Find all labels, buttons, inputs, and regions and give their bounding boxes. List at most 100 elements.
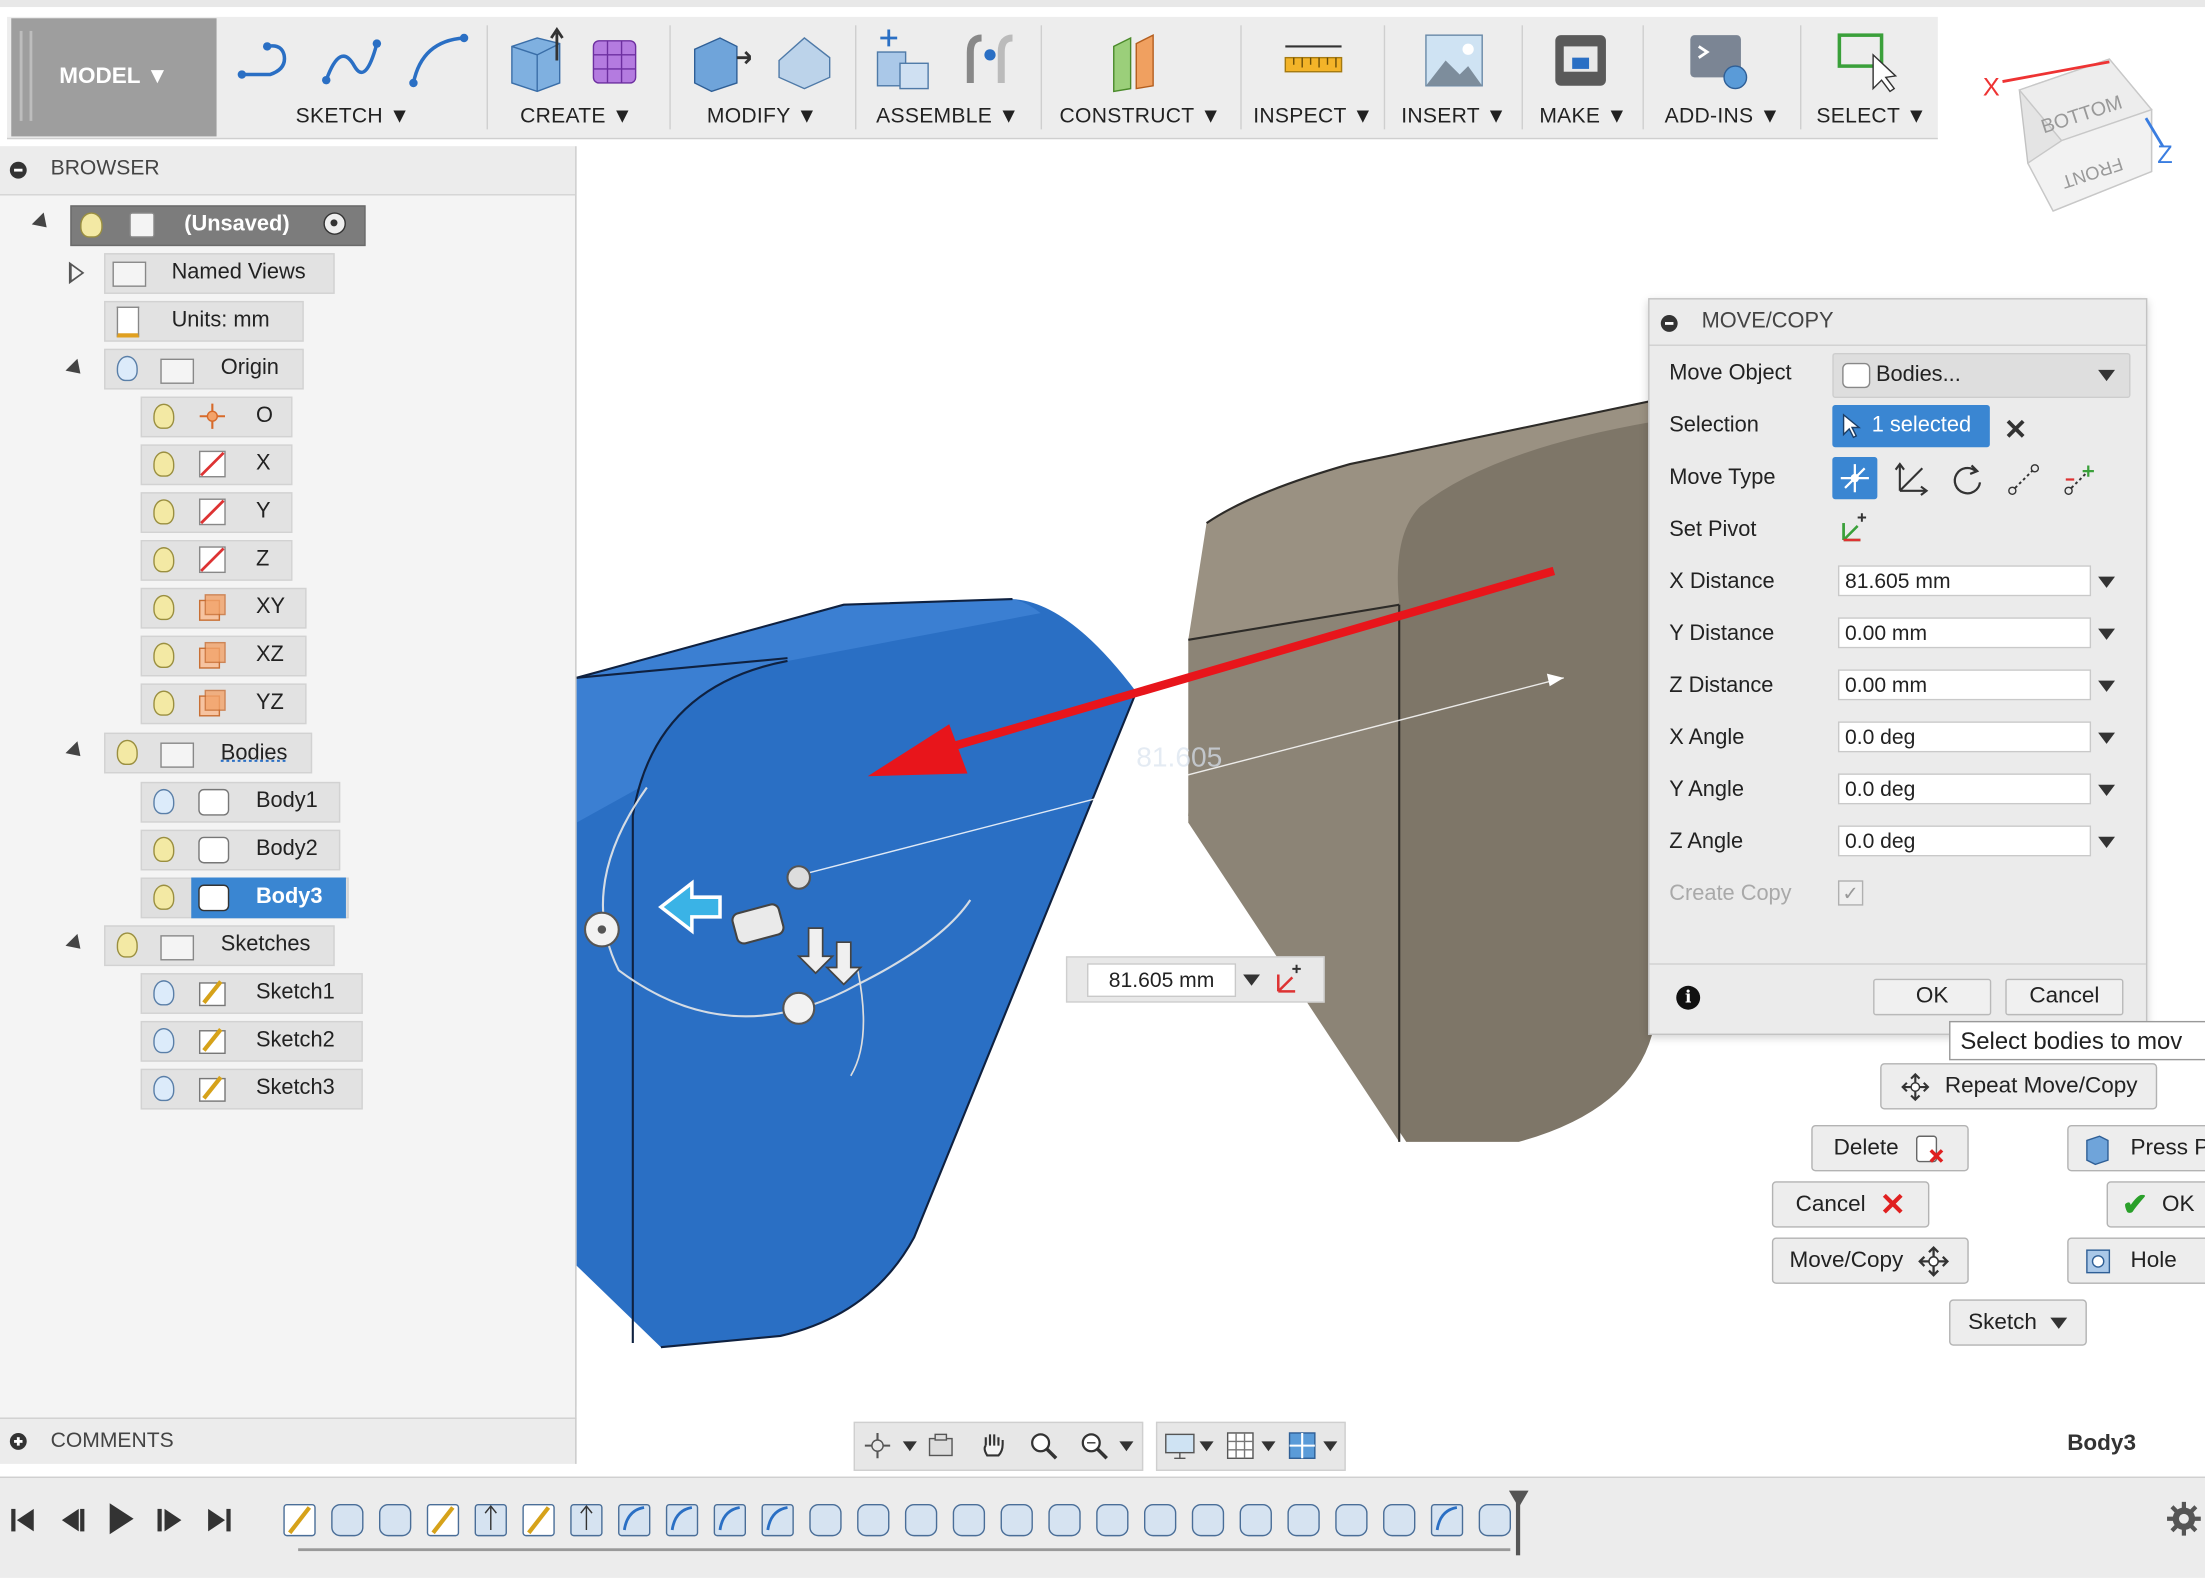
timeline-feature-move-icon[interactable] [1478, 1503, 1512, 1537]
lightbulb-icon[interactable] [153, 451, 175, 477]
viewcube[interactable]: BOTTOM FRONT X Z [1969, 42, 2194, 225]
timeline-feature-fillet-icon[interactable] [1430, 1503, 1464, 1537]
timeline-feature-shell-icon[interactable] [809, 1503, 842, 1537]
lightbulb-icon[interactable] [116, 355, 138, 382]
chevron-down-icon[interactable] [902, 1441, 917, 1452]
toolbar-group-modify[interactable]: MODIFY ▼ [675, 18, 849, 136]
create-menu-label[interactable]: CREATE ▼ [492, 104, 661, 128]
toolbar-group-make[interactable]: MAKE ▼ [1527, 18, 1640, 136]
modify-menu-label[interactable]: MODIFY ▼ [675, 104, 849, 128]
display-settings-icon[interactable] [1163, 1430, 1197, 1461]
distance-input-box[interactable]: 81.605 mm [1065, 956, 1325, 1003]
measure-icon[interactable] [1283, 27, 1345, 95]
toolbar-group-select[interactable]: SELECT ▼ [1806, 18, 1938, 136]
timeline-feature-fillet-icon[interactable] [618, 1503, 651, 1537]
move-copy-button[interactable]: Move/Copy [1771, 1237, 1969, 1284]
y-distance-dropdown-icon[interactable] [2098, 628, 2115, 640]
chevron-down-icon[interactable] [1323, 1441, 1338, 1452]
y-distance-input[interactable]: 0.00 mm [1837, 617, 2092, 649]
expand-icon[interactable] [9, 1432, 27, 1450]
toolbar-group-assemble[interactable]: ASSEMBLE ▼ [861, 18, 1035, 136]
new-component-icon[interactable] [872, 27, 934, 95]
repeat-move-copy-button[interactable]: Repeat Move/Copy [1880, 1063, 2158, 1110]
move-object-select[interactable]: Bodies... [1832, 352, 2131, 398]
form-icon[interactable] [585, 27, 647, 95]
press-pull-button[interactable]: Press P [2067, 1125, 2205, 1172]
viewports-icon[interactable] [1287, 1430, 1318, 1461]
lightbulb-icon[interactable] [153, 1027, 175, 1054]
hole-button[interactable]: Hole [2067, 1237, 2205, 1284]
x-angle-input[interactable]: 0.0 deg [1837, 721, 2092, 753]
timeline-feature-move-icon[interactable] [1383, 1503, 1416, 1537]
point-to-position-icon[interactable] [2060, 460, 2099, 499]
timeline-feature-move-icon[interactable] [1335, 1503, 1368, 1537]
insert-menu-label[interactable]: INSERT ▼ [1389, 104, 1518, 128]
timeline-next-button[interactable] [157, 1506, 186, 1534]
x-angle-dropdown-icon[interactable] [2098, 732, 2115, 744]
scripts-icon[interactable] [1688, 27, 1750, 95]
select-icon[interactable] [1837, 27, 1899, 95]
timeline-feature-sketch-icon[interactable] [426, 1503, 460, 1537]
addins-menu-label[interactable]: ADD-INS ▼ [1648, 104, 1797, 128]
info-icon[interactable]: i [1676, 985, 1701, 1010]
collapse-icon[interactable] [9, 161, 27, 179]
arc-icon[interactable] [408, 27, 470, 95]
activate-radio-icon[interactable] [323, 212, 346, 235]
distance-input[interactable]: 81.605 mm [1087, 963, 1237, 998]
lightbulb-icon[interactable] [153, 980, 175, 1006]
lightbulb-icon[interactable] [153, 836, 175, 863]
collapse-icon[interactable] [1660, 315, 1678, 332]
rotate-icon[interactable] [1948, 460, 1987, 499]
dialog-header[interactable]: MOVE/COPY [1649, 300, 2146, 346]
pivot-icon[interactable] [1273, 963, 1307, 997]
make-menu-label[interactable]: MAKE ▼ [1527, 104, 1640, 128]
timeline-feature-body-icon[interactable] [378, 1503, 412, 1537]
timeline-feature-body-icon[interactable] [331, 1503, 364, 1537]
timeline-play-button[interactable] [109, 1503, 134, 1535]
translate-icon[interactable] [1891, 460, 1930, 499]
assemble-menu-label[interactable]: ASSEMBLE ▼ [861, 104, 1035, 128]
lightbulb-icon[interactable] [153, 788, 175, 815]
timeline-feature-shell-icon[interactable] [1096, 1503, 1129, 1537]
toolbar-grip[interactable] [19, 30, 33, 121]
timeline-first-button[interactable] [11, 1506, 36, 1534]
workspace-mode-button[interactable]: MODEL ▼ [11, 18, 217, 137]
sketch-dropdown-button[interactable]: Sketch [1949, 1299, 2087, 1346]
y-angle-dropdown-icon[interactable] [2098, 784, 2115, 796]
timeline-feature-extrude-icon[interactable] [570, 1503, 603, 1537]
timeline-feature-shell-icon[interactable] [904, 1503, 938, 1537]
timeline-feature-move-icon[interactable] [1239, 1503, 1272, 1537]
orbit-icon[interactable] [861, 1430, 895, 1461]
timeline-feature-move-icon[interactable] [1143, 1503, 1177, 1537]
lightbulb-icon[interactable] [153, 594, 175, 621]
construct-menu-label[interactable]: CONSTRUCT ▼ [1046, 104, 1234, 128]
line-icon[interactable] [233, 27, 295, 95]
z-distance-input[interactable]: 0.00 mm [1837, 669, 2092, 701]
timeline-feature-move-icon[interactable] [1287, 1503, 1320, 1537]
create-copy-checkbox[interactable]: ✓ [1837, 880, 1864, 906]
toolbar-group-sketch[interactable]: SKETCH ▼ [225, 18, 481, 136]
inspect-menu-label[interactable]: INSPECT ▼ [1246, 104, 1381, 128]
timeline-feature-shell-icon[interactable] [952, 1503, 986, 1537]
joint-icon[interactable] [959, 27, 1021, 95]
marking-ok-button[interactable]: ✔ OK [2106, 1181, 2205, 1228]
timeline-feature-sketch-icon[interactable] [522, 1503, 555, 1537]
insert-image-icon[interactable] [1423, 27, 1485, 95]
chevron-down-icon[interactable] [1119, 1441, 1134, 1452]
toolbar-group-inspect[interactable]: INSPECT ▼ [1246, 18, 1381, 136]
toolbar-group-construct[interactable]: CONSTRUCT ▼ [1046, 18, 1234, 136]
lightbulb-icon[interactable] [153, 1075, 175, 1102]
point-to-point-icon[interactable] [2004, 460, 2043, 499]
chevron-down-icon[interactable] [1199, 1441, 1214, 1452]
free-move-icon[interactable] [1832, 457, 1878, 500]
timeline-prev-button[interactable] [59, 1506, 87, 1534]
y-angle-input[interactable]: 0.0 deg [1837, 773, 2092, 805]
select-menu-label[interactable]: SELECT ▼ [1806, 104, 1938, 128]
zoom-icon[interactable] [1027, 1429, 1061, 1463]
timeline-feature-shell-icon[interactable] [857, 1503, 890, 1537]
sketch-menu-label[interactable]: SKETCH ▼ [225, 104, 481, 128]
lightbulb-icon[interactable] [153, 499, 175, 525]
lightbulb-icon[interactable] [153, 642, 175, 668]
marking-cancel-button[interactable]: Cancel ✕ [1771, 1181, 1930, 1228]
toolbar-group-insert[interactable]: INSERT ▼ [1389, 18, 1518, 136]
